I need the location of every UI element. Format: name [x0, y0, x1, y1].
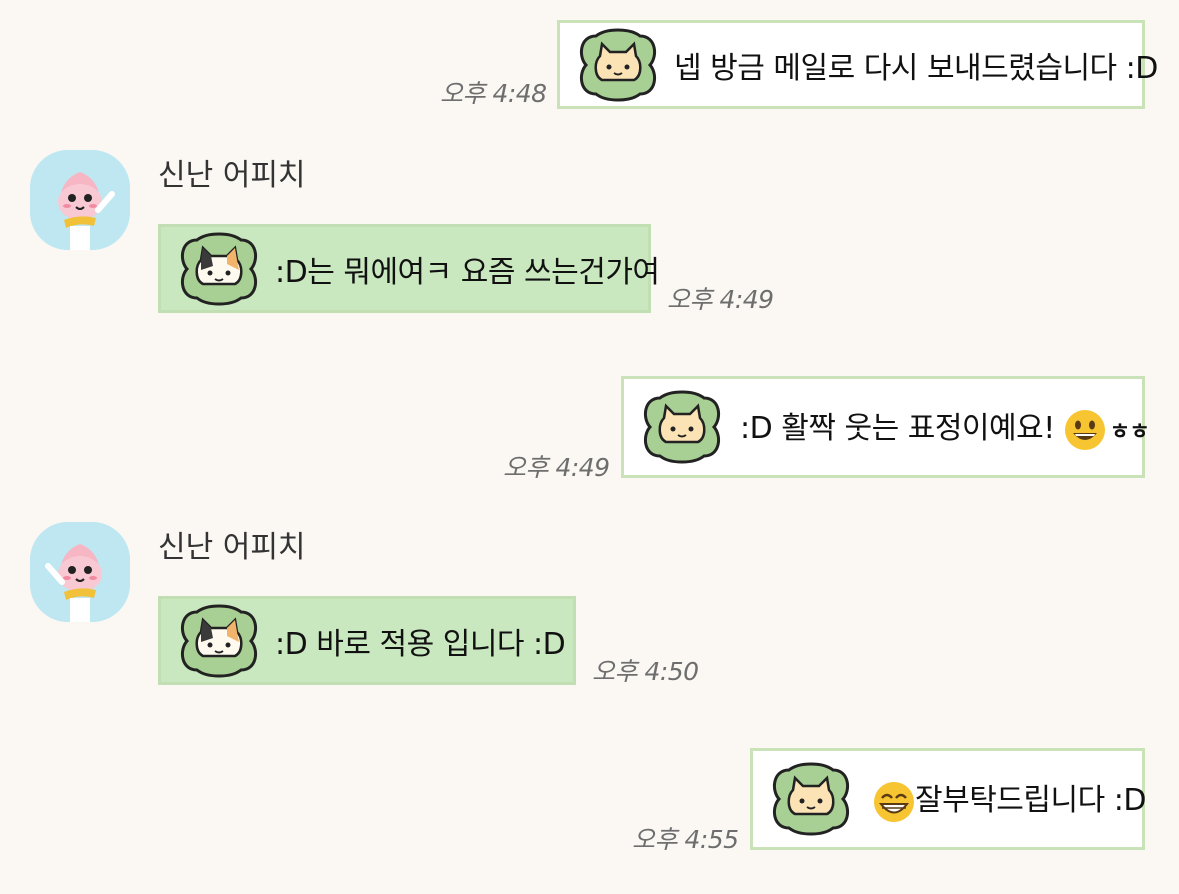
cream-cat-icon [643, 390, 721, 464]
timestamp: 오후 4:49 [503, 453, 610, 482]
grinning-face-emoji [1064, 409, 1105, 450]
message-bubble[interactable]: :D는 뭐에여ㅋ 요즘 쓰는건가여 [158, 224, 660, 313]
message-text: 잘부탁드립니다 :D [873, 775, 1146, 823]
beaming-face-emoji [874, 781, 914, 822]
sender-name: 신난 어피치 [158, 158, 306, 193]
timestamp: 오후 4:48 [440, 79, 547, 108]
message-bubble[interactable]: :D 활짝 웃는 표정이예요! ㅎㅎ [621, 376, 1150, 478]
message-text: :D 활짝 웃는 표정이예요! ㅎㅎ [740, 403, 1150, 451]
message-bubble[interactable]: 넵 방금 메일로 다시 보내드렸습니다 :D [557, 20, 1158, 109]
laugh-text: ㅎㅎ [1109, 419, 1150, 445]
timestamp: 오후 4:50 [592, 657, 699, 686]
message-text-body: 잘부탁드립니다 :D [915, 783, 1146, 819]
calico-cat-icon [180, 232, 258, 305]
message-text-body: :D 활짝 웃는 표정이예요! [740, 411, 1055, 447]
avatar[interactable] [30, 150, 130, 250]
message-text: :D는 뭐에여ㅋ 요즘 쓰는건가여 [275, 254, 660, 290]
sender-name: 신난 어피치 [158, 530, 306, 565]
calico-cat-icon [180, 604, 258, 677]
message-text: :D 바로 적용 입니다 :D [275, 626, 566, 662]
peach-character-icon [30, 522, 130, 622]
message-bubble[interactable]: 잘부탁드립니다 :D [750, 748, 1146, 850]
message-text: 넵 방금 메일로 다시 보내드렸습니다 :D [674, 50, 1158, 86]
avatar[interactable] [30, 522, 130, 622]
cream-cat-icon [772, 762, 850, 836]
timestamp: 오후 4:49 [667, 285, 774, 314]
peach-character-icon [30, 150, 130, 250]
cream-cat-icon [579, 28, 657, 101]
timestamp: 오후 4:55 [632, 825, 739, 854]
message-bubble[interactable]: :D 바로 적용 입니다 :D [158, 596, 576, 685]
